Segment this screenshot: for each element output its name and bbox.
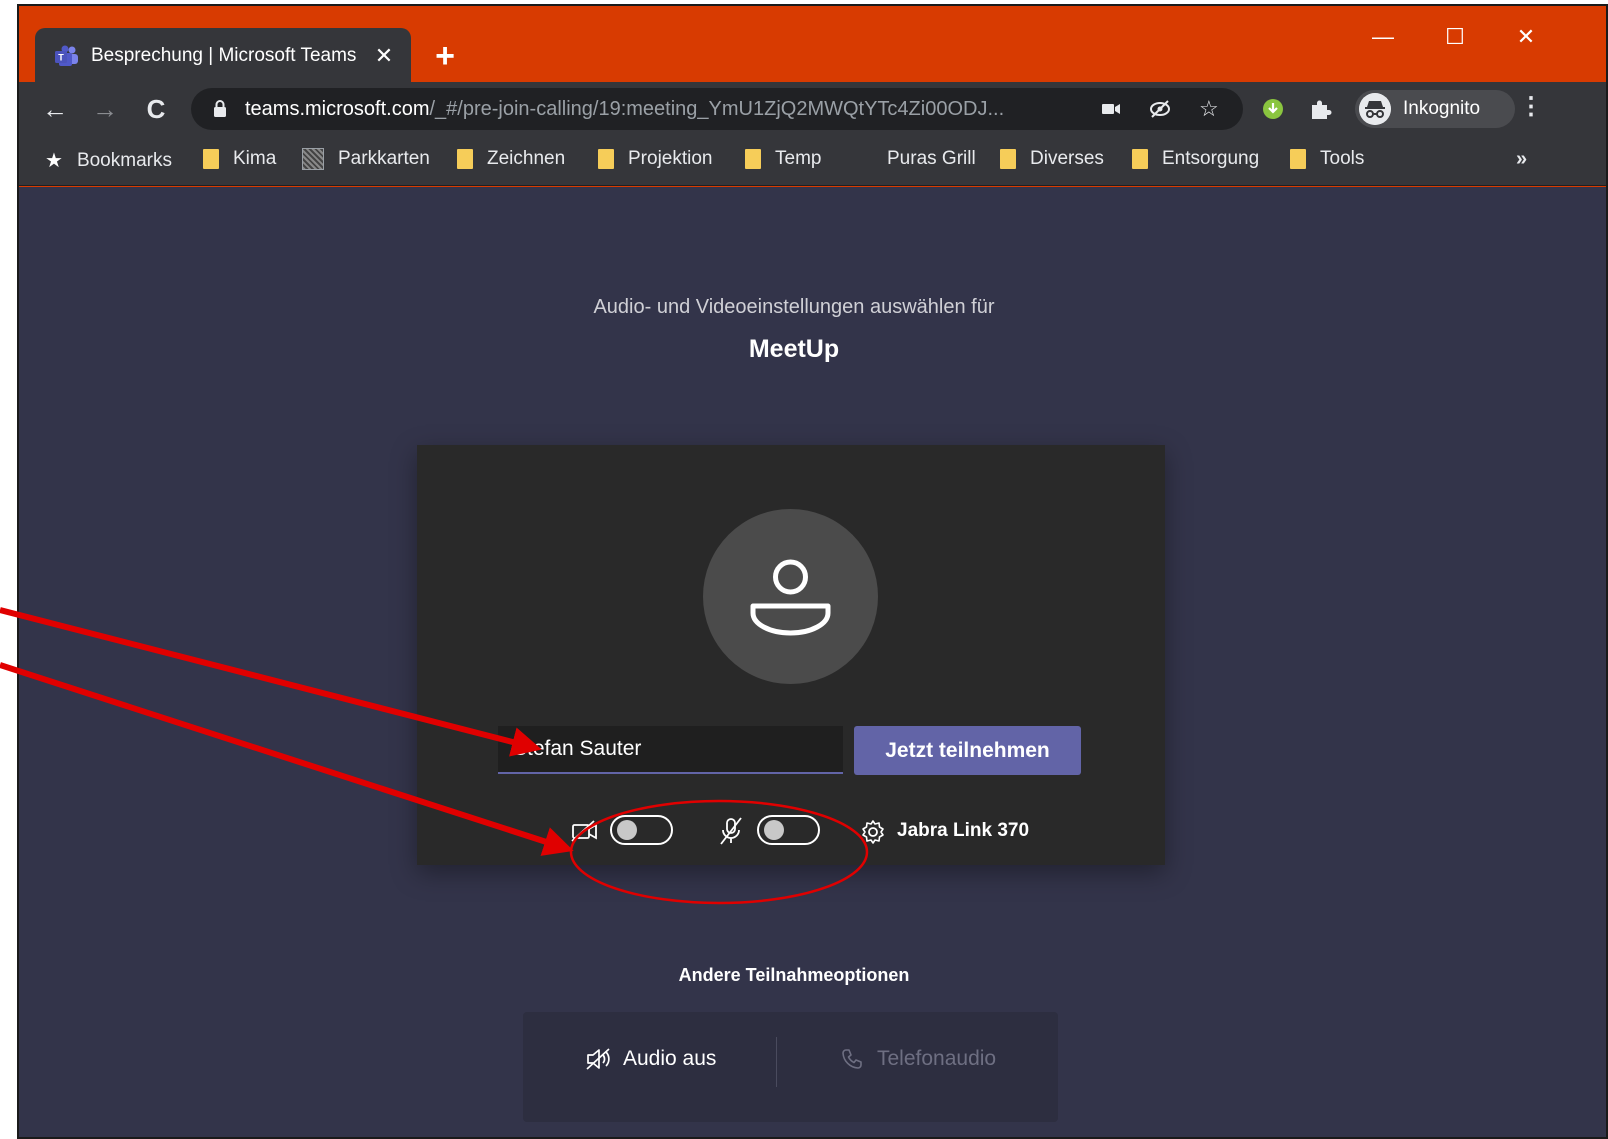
annotation-ellipse	[569, 799, 869, 905]
annotation-arrow	[0, 607, 542, 757]
annotation-arrow	[0, 662, 574, 856]
annotation-overlay	[0, 607, 869, 905]
